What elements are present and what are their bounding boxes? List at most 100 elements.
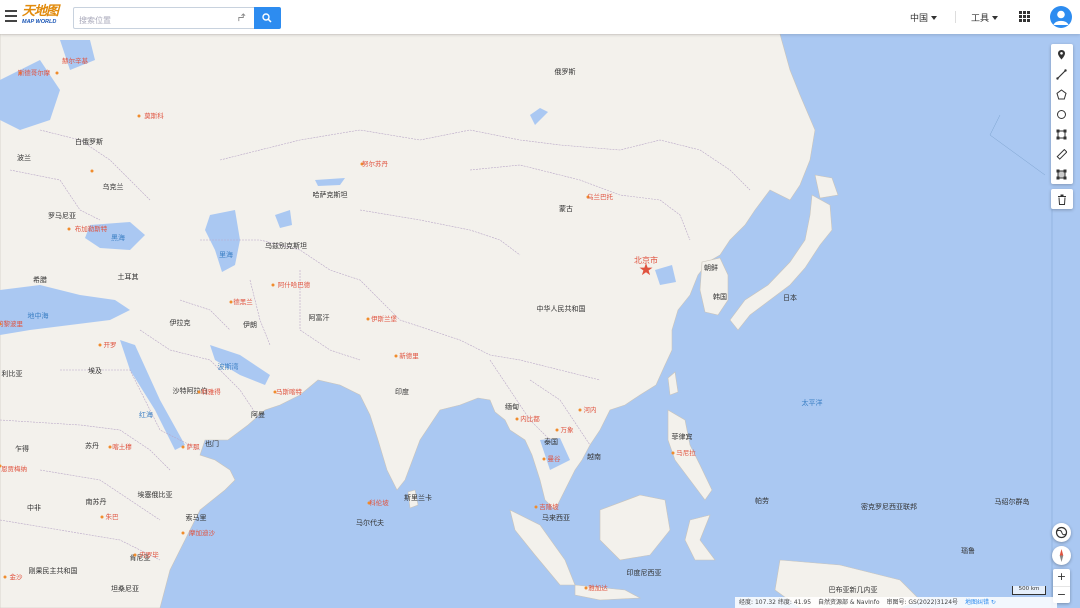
label-greece: 希腊 [33,275,47,284]
label-chad: 乍得 [15,444,29,453]
area-icon [1056,169,1067,180]
label-philippines: 菲律宾 [672,432,693,441]
region-label: 中国 [910,14,929,24]
data-source: 自然资源部 & NavInfo [817,599,880,606]
label-maldives: 马尔代夫 [356,518,384,527]
region-selector[interactable]: 中国 [910,11,938,24]
clear-button[interactable] [1051,189,1073,209]
area-measure-tool[interactable] [1051,164,1073,184]
label-palau: 帕劳 [755,496,769,505]
draw-toolbar [1051,44,1073,184]
trash-icon [1058,194,1066,205]
label-bangkok: 曼谷 [548,454,562,463]
label-helsinki: 赫尔辛基 [62,56,89,65]
circle-tool[interactable] [1051,104,1073,124]
label-riyadh: 利雅得 [201,387,221,396]
globe-icon [1055,526,1068,539]
line-tool[interactable] [1051,64,1073,84]
search-icon [262,13,272,23]
label-jakarta: 雅加达 [588,583,608,592]
label-yemen: 也门 [205,439,219,448]
label-turkey: 土耳其 [118,272,139,281]
ruler-icon [1056,149,1067,160]
line-icon [1056,69,1067,80]
label-ukraine: 乌克兰 [103,182,124,191]
label-car: 中非 [27,503,41,512]
label-poland: 波兰 [17,153,31,162]
label-islamabad: 伊斯兰堡 [371,314,398,323]
label-naypyidaw: 内比都 [520,414,540,423]
polygon-tool[interactable] [1051,84,1073,104]
label-iran: 伊朗 [243,320,257,329]
label-afghanistan: 阿富汗 [309,313,330,322]
top-bar: 天地图 MAP WORLD 中国 工具 [0,0,1080,34]
label-oman: 阿曼 [251,410,265,419]
tools-dropdown[interactable]: 工具 [971,11,999,24]
logo-text-cn: 天地图 [22,4,59,19]
rectangle-tool[interactable] [1051,124,1073,144]
label-sanaa: 萨那 [187,442,201,451]
marker-tool[interactable] [1051,44,1073,64]
label-iraq: 伊拉克 [170,318,191,327]
label-kazakhstan: 哈萨克斯坦 [313,190,348,199]
lng-label: 经度: [739,599,754,606]
label-marshall: 马绍尔群岛 [995,497,1030,506]
map-canvas[interactable]: 俄罗斯 蒙古 中华人民共和国 哈萨克斯坦 乌兹别克斯坦 阿富汗 伊朗 伊拉克 沙… [0,0,1080,608]
zoom-in-button[interactable]: + [1053,569,1070,586]
label-skorea: 韩国 [713,292,727,301]
label-kualalumpur: 吉隆坡 [539,502,559,511]
label-stockholm: 斯德哥尔摩 [18,68,51,77]
search-box [73,7,255,30]
label-juba: 朱巴 [106,512,120,521]
label-libya: 利比亚 [2,369,23,378]
label-bucharest: 布加勒斯特 [75,224,108,233]
label-vietnam: 越南 [587,452,601,461]
label-beijing: 北京市 [634,255,658,265]
label-redsea: 红海 [139,410,153,419]
label-uzbekistan: 乌兹别克斯坦 [265,241,307,250]
label-drc: 刚果民主共和国 [29,566,78,575]
label-gulf: 波斯湾 [218,362,239,371]
label-ulaanbaatar: 乌兰巴托 [587,192,614,201]
label-egypt: 埃及 [88,366,102,375]
apps-grid-icon[interactable] [1019,11,1030,22]
label-nauru: 瑙鲁 [961,546,975,555]
label-nairobi: 内罗毕 [139,550,159,559]
menu-icon[interactable] [5,10,17,22]
label-tripoli: 的黎波里 [0,319,24,328]
polygon-icon [1056,89,1067,100]
label-manila: 马尼拉 [676,448,696,457]
map-error-link[interactable]: 地图纠错 [965,599,989,606]
label-ssudan: 南苏丹 [86,497,107,506]
user-icon [1053,10,1069,25]
scale-bar: 500 km [1012,586,1046,595]
lng-value: 107.32 [754,599,776,606]
label-newdelhi: 新德里 [399,351,419,360]
label-astana: 努尔苏丹 [362,159,389,168]
label-ashgabat: 阿什哈巴德 [278,280,311,289]
search-button[interactable] [254,7,281,29]
refresh-icon[interactable]: ↻ [991,599,996,606]
label-micronesia: 密克罗尼西亚联邦 [861,502,917,511]
label-muscat: 马斯喀特 [276,387,303,396]
label-med: 地中海 [28,311,49,320]
lat-label: 纬度: [777,599,792,606]
globe-view-button[interactable] [1052,523,1071,542]
search-input[interactable] [74,11,229,30]
logo[interactable]: 天地图 MAP WORLD [22,4,66,30]
label-png: 巴布亚新几内亚 [829,585,878,594]
approval-number: 审图号: GS(2022)3124号 [886,599,959,606]
label-vientiane: 万象 [561,425,575,434]
route-icon[interactable] [237,13,246,22]
user-avatar[interactable] [1050,6,1072,28]
measure-tool[interactable] [1051,144,1073,164]
lat-value: 41.95 [793,599,812,606]
label-mongolia: 蒙古 [559,204,573,213]
label-khartoum: 喀土穆 [112,442,132,451]
label-tanzania: 坦桑尼亚 [111,584,139,593]
compass-button[interactable] [1052,546,1071,565]
circle-icon [1057,110,1066,119]
chevron-down-icon [992,16,999,20]
label-moscow: 莫斯科 [144,111,164,120]
label-hanoi: 河内 [584,405,597,414]
